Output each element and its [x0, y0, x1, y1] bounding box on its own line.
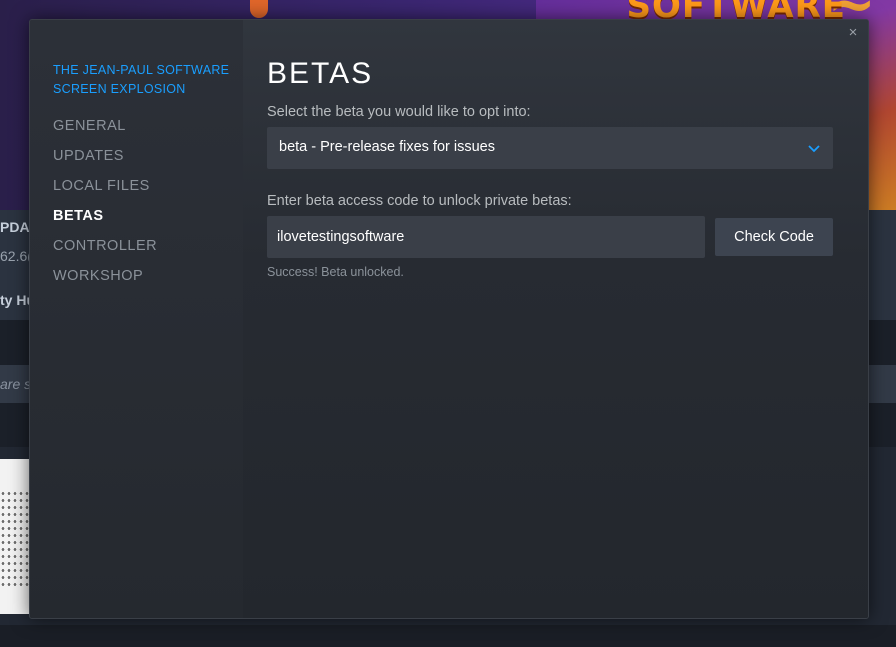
- check-code-button[interactable]: Check Code: [715, 218, 833, 256]
- chevron-down-icon: [808, 145, 820, 153]
- nav-item-general[interactable]: GENERAL: [53, 116, 157, 146]
- nav-item-controller[interactable]: CONTROLLER: [53, 236, 157, 266]
- betas-panel: BETAS Select the beta you would like to …: [243, 20, 868, 618]
- beta-select-dropdown[interactable]: beta - Pre-release fixes for issues: [267, 127, 833, 169]
- access-code-label: Enter beta access code to unlock private…: [267, 193, 572, 209]
- status-message: Success! Beta unlocked.: [267, 265, 404, 279]
- background-text: 62.6(: [0, 248, 32, 264]
- game-title: THE JEAN-PAUL SOFTWARE SCREEN EXPLOSION: [53, 63, 230, 96]
- close-icon[interactable]: ×: [844, 24, 862, 42]
- page-title: BETAS: [267, 57, 374, 90]
- beta-select-label: Select the beta you would like to opt in…: [267, 104, 531, 120]
- nav-item-updates[interactable]: UPDATES: [53, 146, 157, 176]
- nav-item-betas[interactable]: BETAS: [53, 206, 157, 236]
- access-code-input[interactable]: [267, 216, 705, 258]
- background-text: are s: [0, 376, 32, 392]
- nav-item-local-files[interactable]: LOCAL FILES: [53, 176, 157, 206]
- screenshot-thumbnail-art: [0, 490, 30, 590]
- properties-sidebar: THE JEAN-PAUL SOFTWARE SCREEN EXPLOSION …: [30, 20, 243, 618]
- hero-character-art: [250, 0, 268, 18]
- background-text: PDA: [0, 219, 30, 235]
- nav-item-workshop[interactable]: WORKSHOP: [53, 266, 157, 296]
- library-bottom-bar: [0, 625, 896, 647]
- properties-nav: GENERAL UPDATES LOCAL FILES BETAS CONTRO…: [53, 116, 157, 296]
- beta-select-value: beta - Pre-release fixes for issues: [279, 139, 495, 155]
- properties-dialog: THE JEAN-PAUL SOFTWARE SCREEN EXPLOSION …: [29, 19, 869, 619]
